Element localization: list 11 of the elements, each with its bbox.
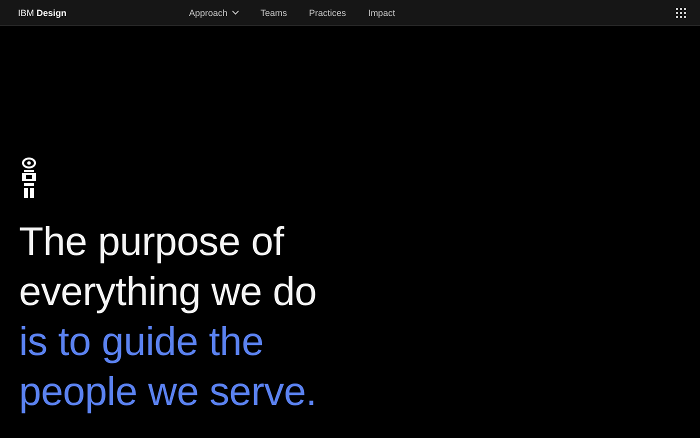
headline-line: is to guide the: [19, 319, 264, 366]
app-switcher-icon[interactable]: [676, 8, 686, 18]
brand-logo[interactable]: IBM Design: [18, 8, 189, 18]
nav-link[interactable]: Approach: [189, 8, 239, 18]
headline-line: The purpose of: [19, 219, 284, 266]
nav-link[interactable]: Impact: [368, 8, 396, 18]
headline-line: everything we do: [19, 269, 317, 316]
nav-link[interactable]: Teams: [260, 8, 288, 18]
robot-icon: [21, 157, 37, 199]
nav-link[interactable]: Practices: [309, 8, 346, 18]
headline-line: people we serve.: [19, 369, 317, 416]
